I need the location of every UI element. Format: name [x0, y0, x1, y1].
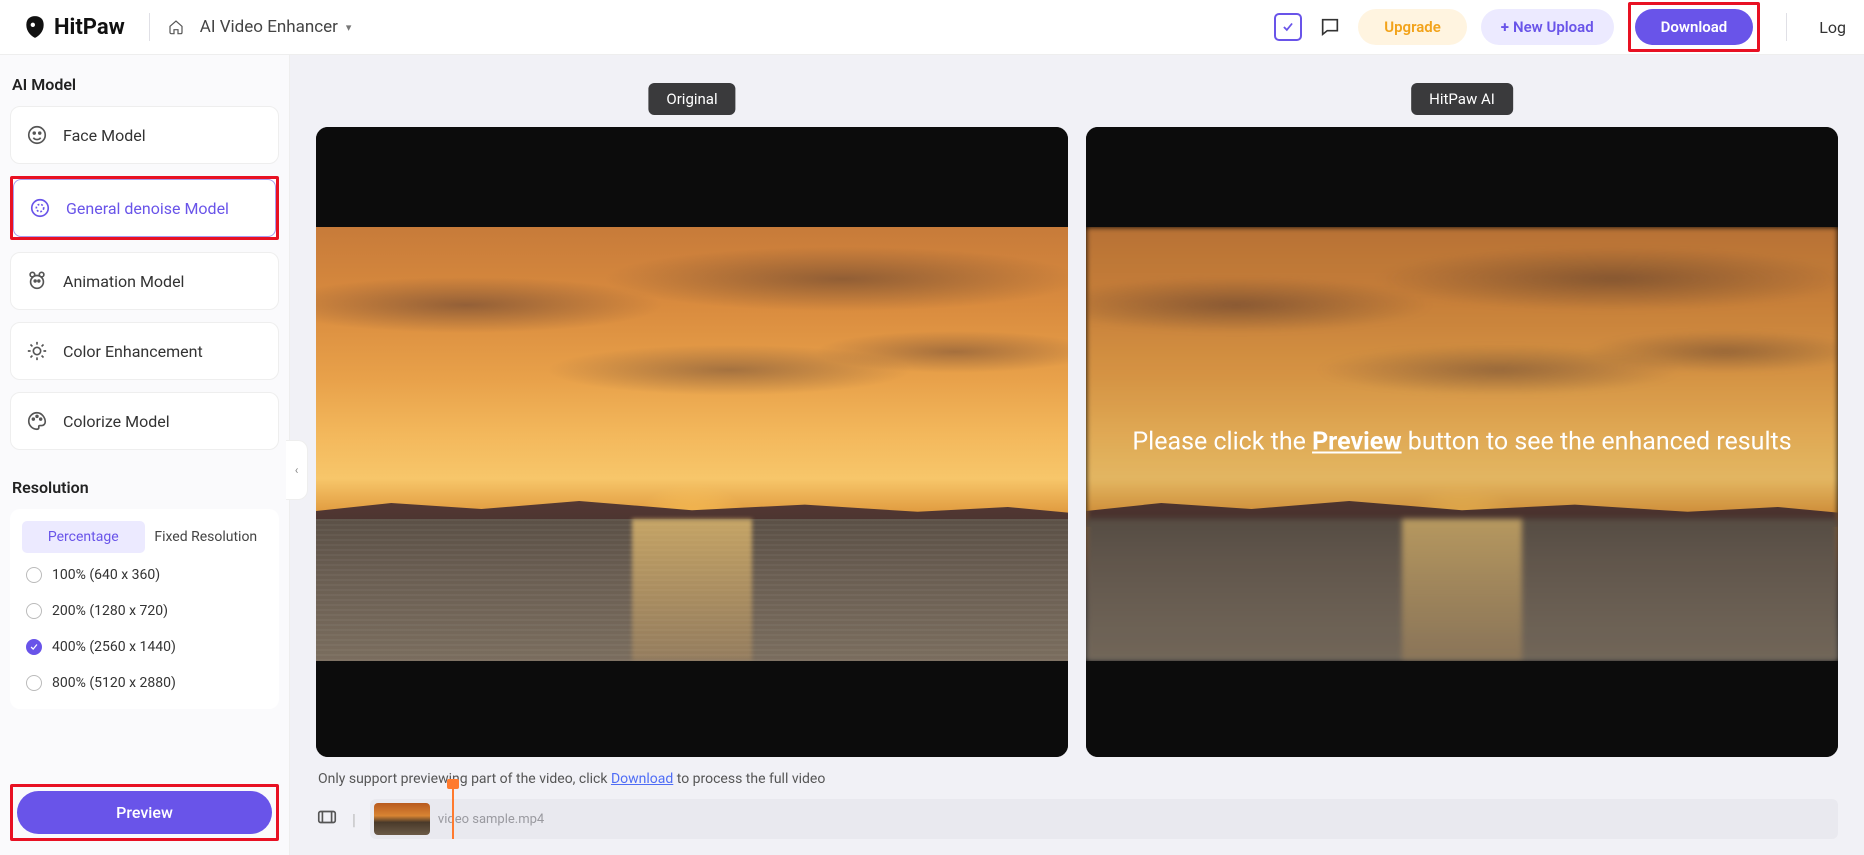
- letterbox: [1086, 661, 1838, 757]
- brand-name: HitPaw: [54, 15, 125, 40]
- divider: [149, 13, 150, 41]
- divider: [1786, 13, 1787, 41]
- model-colorize[interactable]: Colorize Model: [10, 392, 279, 450]
- ai-model-section-title: AI Model: [10, 69, 279, 106]
- tab-fixed-resolution[interactable]: Fixed Resolution: [145, 521, 268, 553]
- resolution-option-200[interactable]: 200% (1280 x 720): [18, 593, 271, 629]
- timeline-divider: |: [352, 810, 356, 829]
- model-label: Face Model: [63, 126, 146, 145]
- resolution-option-800[interactable]: 800% (5120 x 2880): [18, 665, 271, 701]
- tasks-icon[interactable]: [1274, 13, 1302, 41]
- face-icon: [25, 123, 49, 147]
- clip-thumbnail[interactable]: [374, 803, 430, 835]
- letterbox: [316, 127, 1068, 227]
- preview-prompt-overlay: Please click the Preview button to see t…: [1132, 428, 1791, 457]
- preview-highlight: Preview: [10, 784, 279, 841]
- option-label: 100% (640 x 360): [52, 567, 160, 583]
- download-button[interactable]: Download: [1635, 9, 1754, 45]
- radio-checked-icon: [26, 639, 42, 655]
- main-content: Original HitPaw AI: [290, 55, 1864, 855]
- radio-icon: [26, 567, 42, 583]
- original-video-preview[interactable]: [316, 127, 1068, 757]
- login-link[interactable]: Log: [1813, 18, 1846, 37]
- home-icon[interactable]: [162, 13, 190, 41]
- header-actions: Upgrade New Upload Download Log: [1274, 2, 1854, 52]
- tab-percentage[interactable]: Percentage: [22, 521, 145, 553]
- header: HitPaw AI Video Enhancer ▾ Upgrade New U…: [0, 0, 1864, 55]
- denoise-icon: [28, 196, 52, 220]
- model-label: Color Enhancement: [63, 342, 203, 361]
- model-label: Animation Model: [63, 272, 184, 291]
- panel-ai: HitPaw AI Please click the Preview butto…: [1086, 127, 1838, 757]
- sidebar: AI Model Face Model General denoise Mode…: [0, 55, 290, 855]
- original-label: Original: [648, 83, 735, 115]
- timeline-track[interactable]: video sample.mp4: [370, 799, 1838, 839]
- animation-icon: [25, 269, 49, 293]
- radio-icon: [26, 675, 42, 691]
- preview-button[interactable]: Preview: [17, 791, 272, 834]
- compare-panels: Original HitPaw AI: [316, 127, 1838, 757]
- product-title: AI Video Enhancer: [200, 17, 338, 37]
- resolution-option-400[interactable]: 400% (2560 x 1440): [18, 629, 271, 665]
- download-link-inline[interactable]: Download: [611, 771, 673, 787]
- ai-video-preview[interactable]: Please click the Preview button to see t…: [1086, 127, 1838, 757]
- aspect-ratio-icon[interactable]: [316, 806, 338, 832]
- option-label: 800% (5120 x 2880): [52, 675, 176, 691]
- chevron-down-icon: ▾: [346, 21, 352, 34]
- letterbox: [1086, 127, 1838, 227]
- radio-icon: [26, 603, 42, 619]
- panel-original: Original: [316, 127, 1068, 757]
- ai-label: HitPaw AI: [1411, 83, 1513, 115]
- hitpaw-logo-icon: [22, 14, 48, 40]
- resolution-option-100[interactable]: 100% (640 x 360): [18, 557, 271, 593]
- palette-icon: [25, 409, 49, 433]
- feedback-icon[interactable]: [1316, 13, 1344, 41]
- brand-logo: HitPaw: [10, 14, 137, 40]
- model-animation[interactable]: Animation Model: [10, 252, 279, 310]
- overlay-preview-word: Preview: [1312, 428, 1402, 457]
- preview-note: Only support previewing part of the vide…: [316, 757, 1838, 797]
- download-highlight: Download: [1628, 2, 1761, 52]
- resolution-section-title: Resolution: [10, 472, 279, 509]
- new-upload-button[interactable]: New Upload: [1481, 9, 1614, 45]
- timeline: | video sample.mp4: [316, 797, 1838, 847]
- playhead[interactable]: [452, 781, 454, 839]
- model-label: Colorize Model: [63, 412, 170, 431]
- option-label: 200% (1280 x 720): [52, 603, 168, 619]
- upgrade-button[interactable]: Upgrade: [1358, 9, 1467, 45]
- model-label: General denoise Model: [66, 199, 229, 218]
- model-face[interactable]: Face Model: [10, 106, 279, 164]
- model-color-enhancement[interactable]: Color Enhancement: [10, 322, 279, 380]
- option-label: 400% (2560 x 1440): [52, 639, 176, 655]
- resolution-card: Percentage Fixed Resolution 100% (640 x …: [10, 509, 279, 709]
- brightness-icon: [25, 339, 49, 363]
- sidebar-collapse-handle[interactable]: ‹: [286, 440, 308, 500]
- resolution-tabs: Percentage Fixed Resolution: [18, 517, 271, 557]
- letterbox: [316, 661, 1068, 757]
- new-upload-label: New Upload: [1513, 18, 1594, 36]
- model-denoise[interactable]: General denoise Model: [10, 176, 279, 240]
- product-dropdown[interactable]: AI Video Enhancer ▾: [190, 11, 362, 43]
